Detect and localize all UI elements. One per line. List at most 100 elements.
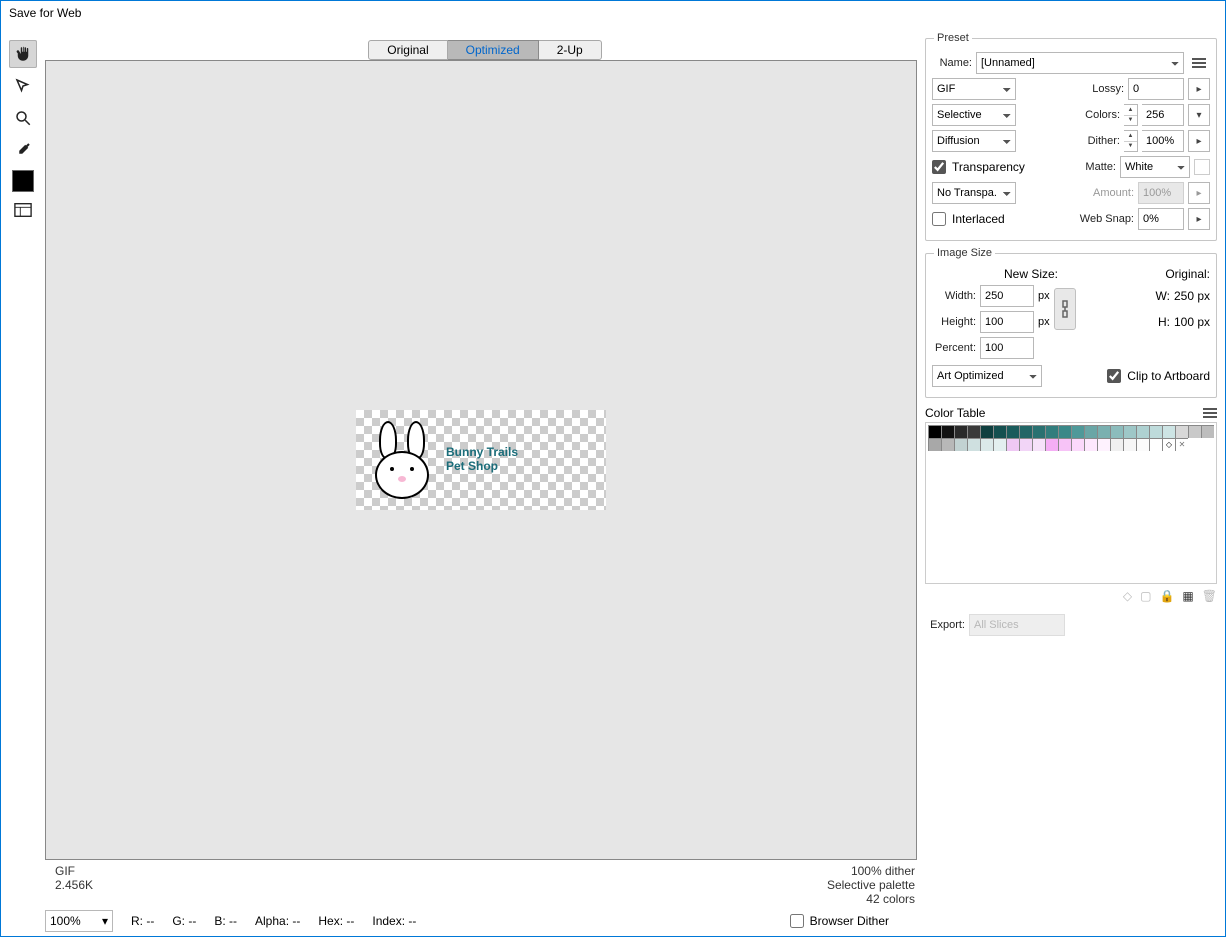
percent-input[interactable]	[980, 337, 1034, 359]
tab-optimized[interactable]: Optimized	[448, 40, 539, 60]
color-swatch[interactable]	[1006, 438, 1019, 451]
color-swatch[interactable]	[1188, 425, 1201, 438]
color-swatch[interactable]	[1058, 438, 1071, 451]
color-swatch[interactable]	[1071, 425, 1084, 438]
format-select[interactable]: GIF	[932, 78, 1016, 100]
preview-canvas[interactable]: Bunny Trails Pet Shop	[45, 60, 917, 860]
ct-snap-icon[interactable]: ◇	[1123, 589, 1132, 603]
lossy-flyout[interactable]: ▸	[1188, 78, 1210, 100]
color-swatch[interactable]	[1045, 438, 1058, 451]
preset-name-select[interactable]: [Unnamed]	[976, 52, 1184, 74]
interlaced-checkbox[interactable]: Interlaced	[932, 212, 1005, 226]
width-label: Width:	[932, 290, 976, 302]
color-swatch[interactable]	[941, 425, 954, 438]
zoom-tool[interactable]	[9, 104, 37, 132]
color-swatch[interactable]	[1006, 425, 1019, 438]
color-swatch[interactable]	[1097, 438, 1110, 451]
color-swatch[interactable]	[1123, 425, 1136, 438]
quality-select[interactable]: Art Optimized	[932, 365, 1042, 387]
bunny-logo-icon	[372, 421, 432, 499]
window-title: Save for Web	[1, 1, 1225, 28]
color-swatch[interactable]	[928, 438, 941, 451]
color-swatch[interactable]	[1032, 438, 1045, 451]
color-swatch[interactable]: ◇	[1162, 438, 1175, 451]
color-swatch[interactable]	[1084, 438, 1097, 451]
transparency-checkbox[interactable]: Transparency	[932, 160, 1025, 174]
color-swatch[interactable]	[1084, 425, 1097, 438]
dither-alg-select[interactable]: Diffusion	[932, 130, 1016, 152]
color-swatch[interactable]	[993, 438, 1006, 451]
color-swatch[interactable]	[1162, 425, 1175, 438]
color-swatch[interactable]	[1097, 425, 1110, 438]
color-swatch[interactable]	[954, 425, 967, 438]
preset-menu-button[interactable]	[1188, 52, 1210, 74]
info-g: G: --	[172, 914, 196, 928]
color-swatch[interactable]	[967, 425, 980, 438]
color-swatch[interactable]	[1175, 425, 1188, 438]
eyedropper-tool[interactable]	[9, 136, 37, 164]
clip-artboard-checkbox[interactable]: Clip to Artboard	[1107, 369, 1210, 383]
artboard: Bunny Trails Pet Shop	[356, 410, 606, 510]
view-tabs: Original Optimized 2-Up	[45, 34, 925, 60]
color-swatch[interactable]	[980, 438, 993, 451]
toggle-slices-visibility[interactable]	[9, 196, 37, 224]
color-swatch[interactable]	[993, 425, 1006, 438]
websnap-input[interactable]	[1138, 208, 1184, 230]
ct-trash-icon[interactable]: 🗑	[1202, 589, 1217, 603]
color-swatch[interactable]	[954, 438, 967, 451]
color-swatch[interactable]	[1123, 438, 1136, 451]
color-swatch[interactable]	[1136, 425, 1149, 438]
color-swatch[interactable]	[1149, 425, 1162, 438]
color-swatch[interactable]	[1110, 438, 1123, 451]
color-swatch[interactable]	[1071, 438, 1084, 451]
color-swatch[interactable]	[1149, 438, 1162, 451]
constrain-proportions-toggle[interactable]	[1054, 288, 1076, 330]
artboard-text: Bunny Trails Pet Shop	[446, 446, 518, 474]
newsize-label: New Size:	[1004, 267, 1058, 281]
tab-original[interactable]: Original	[368, 40, 447, 60]
color-table-menu[interactable]	[1203, 408, 1217, 418]
artboard-text-line2: Pet Shop	[446, 460, 518, 474]
zoom-select[interactable]: 100%▾	[45, 910, 113, 932]
height-input[interactable]	[980, 311, 1034, 333]
color-swatch[interactable]	[1019, 438, 1032, 451]
amount-input	[1138, 182, 1184, 204]
color-swatch[interactable]	[967, 438, 980, 451]
color-swatch[interactable]	[928, 425, 941, 438]
width-unit: px	[1038, 290, 1050, 302]
websnap-flyout[interactable]: ▸	[1188, 208, 1210, 230]
matte-label: Matte:	[1076, 161, 1116, 173]
transparency-dither-select[interactable]: No Transpa...	[932, 182, 1016, 204]
color-swatch[interactable]	[1058, 425, 1071, 438]
ct-new-icon[interactable]: ▦	[1182, 589, 1193, 603]
dither-spinner[interactable]: ▲▼	[1124, 130, 1138, 152]
color-swatch[interactable]	[1032, 425, 1045, 438]
tab-2up[interactable]: 2-Up	[539, 40, 602, 60]
color-swatch[interactable]	[1045, 425, 1058, 438]
matte-swatch[interactable]	[1194, 159, 1210, 175]
color-swatch[interactable]	[941, 438, 954, 451]
reduction-select[interactable]: Selective	[932, 104, 1016, 126]
color-swatch[interactable]	[1019, 425, 1032, 438]
colors-flyout[interactable]: ▾	[1188, 104, 1210, 126]
browser-dither-checkbox[interactable]: Browser Dither	[790, 914, 889, 928]
slice-select-tool[interactable]	[9, 72, 37, 100]
color-table[interactable]: ◇✕	[925, 422, 1217, 584]
info-index: Index: --	[372, 914, 416, 928]
colors-input[interactable]	[1142, 104, 1184, 126]
color-swatch[interactable]	[980, 425, 993, 438]
color-swatch[interactable]: ✕	[1175, 438, 1188, 451]
color-swatch[interactable]	[1201, 425, 1214, 438]
matte-select[interactable]: White	[1120, 156, 1190, 178]
ct-lock-icon[interactable]: 🔒	[1159, 589, 1174, 603]
hand-tool[interactable]	[9, 40, 37, 68]
dither-input[interactable]	[1142, 130, 1184, 152]
color-swatch[interactable]	[1110, 425, 1123, 438]
dither-flyout[interactable]: ▸	[1188, 130, 1210, 152]
colors-spinner[interactable]: ▲▼	[1124, 104, 1138, 126]
width-input[interactable]	[980, 285, 1034, 307]
color-swatch[interactable]	[1136, 438, 1149, 451]
eyedropper-color-swatch[interactable]	[12, 170, 34, 192]
lossy-input[interactable]	[1128, 78, 1184, 100]
ct-shift-icon[interactable]: ▢	[1140, 589, 1151, 603]
